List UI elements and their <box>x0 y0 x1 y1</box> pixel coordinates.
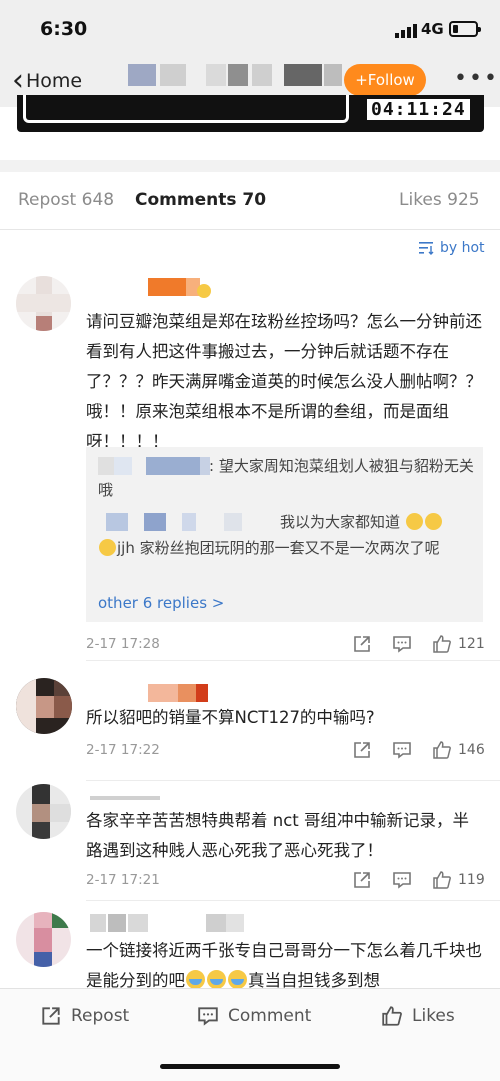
comment-text-part: 真当自担钱多到想 <box>248 971 380 988</box>
back-label: Home <box>26 70 83 92</box>
like-count: 121 <box>458 636 485 652</box>
comment-meta: 2-17 17:22 146 <box>86 740 486 762</box>
emoji-icon <box>405 513 423 530</box>
comment-text: 所以貂吧的销量不算NCT127的中输吗? <box>86 708 375 727</box>
badge-icon <box>197 284 211 298</box>
top-bar: 6:30 4G ‹ Home +Follow ••• <box>0 0 500 107</box>
reply-text-part: 我以为大家都知道 <box>280 513 401 531</box>
avatar[interactable] <box>16 276 71 331</box>
emoji-icon <box>424 513 442 530</box>
comment-date: 2-17 17:22 <box>86 742 160 758</box>
comment-item: 一个链接将近两千张专自己哥哥分一下怎么着几千块也是能分到的吧 真当自担钱多到想 <box>0 908 500 988</box>
username-blurred[interactable] <box>90 914 250 932</box>
like-count: 146 <box>458 742 485 758</box>
reply-text: 我以为大家都知道 <box>98 510 478 534</box>
back-button[interactable]: ‹ Home <box>12 66 82 96</box>
sort-label: by hot <box>440 240 485 256</box>
likes-label: Likes <box>412 1006 455 1026</box>
like-count: 119 <box>458 872 485 888</box>
more-icon[interactable]: ••• <box>454 66 499 91</box>
tab-repost[interactable]: Repost 648 <box>18 190 114 210</box>
comment-label: Comment <box>228 1006 312 1026</box>
status-time: 6:30 <box>40 18 88 40</box>
network-type: 4G <box>421 20 444 38</box>
comment-item: 请问豆瓣泡菜组是郑在玹粉丝控场吗？怎么一分钟前还看到有人把这件事搬过去，一分钟后… <box>0 270 500 660</box>
sort-icon <box>419 242 434 255</box>
tab-likes[interactable]: Likes 925 <box>399 190 480 210</box>
crying-emoji-icon <box>207 970 226 988</box>
follow-button[interactable]: +Follow <box>344 64 426 96</box>
blurred-username <box>128 64 156 86</box>
comment-item: 各家辛辛苦苦想特典帮着 nct 哥组冲中输新记录，半路遇到这种贱人恶心死我了恶心… <box>0 776 500 896</box>
comment-date: 2-17 17:28 <box>86 636 160 652</box>
reply-preview[interactable]: : 望大家周知泡菜组划人被狙与貂粉无关哦 我以为大家都知道 jjh 家粉丝抱团玩… <box>86 447 483 622</box>
comment-meta: 2-17 17:21 119 <box>86 870 486 892</box>
repost-icon <box>42 1007 60 1025</box>
chevron-left-icon: ‹ <box>12 63 24 98</box>
comment-text: 一个链接将近两千张专自己哥哥分一下怎么着几千块也是能分到的吧 真当自担钱多到想 <box>86 936 484 988</box>
blurred-username <box>284 64 322 86</box>
tab-bar: Repost 648 Comments 70 Likes 925 <box>0 172 500 230</box>
section-divider <box>0 160 500 172</box>
reply-text: : 望大家周知泡菜组划人被狙与貂粉无关哦 <box>98 457 474 499</box>
more-replies-link[interactable]: other 6 replies > <box>98 594 224 612</box>
username-blurred[interactable] <box>90 278 211 298</box>
comment-text: 请问豆瓣泡菜组是郑在玹粉丝控场吗？怎么一分钟前还看到有人把这件事搬过去，一分钟后… <box>86 312 482 451</box>
like-icon[interactable] <box>432 740 452 760</box>
avatar[interactable] <box>16 678 72 734</box>
blurred-username <box>160 64 186 86</box>
post-media[interactable]: 04:11:24 <box>17 95 484 132</box>
avatar[interactable] <box>16 784 71 839</box>
like-icon[interactable] <box>432 870 452 890</box>
comment-text: 各家辛辛苦苦想特典帮着 nct 哥组冲中输新记录，半路遇到这种贱人恶心死我了恶心… <box>86 811 469 860</box>
divider <box>86 900 500 901</box>
share-icon[interactable] <box>352 740 372 760</box>
likes-button[interactable]: Likes <box>381 1005 455 1027</box>
video-timer: 04:11:24 <box>367 99 470 120</box>
comment-icon[interactable] <box>392 634 412 654</box>
repost-button[interactable]: Repost <box>40 1005 129 1027</box>
blurred-username <box>324 64 342 86</box>
status-bar: 6:30 4G <box>0 0 500 58</box>
comment-item: 所以貂吧的销量不算NCT127的中输吗? 2-17 17:22 146 <box>0 676 500 776</box>
reply-text-part: jjh 家粉丝抱团玩阴的那一套又不是一次两次了呢 <box>117 539 440 557</box>
comment-meta: 2-17 17:28 121 <box>86 634 486 656</box>
battery-icon <box>449 21 481 37</box>
blurred-username <box>228 64 248 86</box>
like-icon[interactable] <box>432 634 452 654</box>
comment-date: 2-17 17:21 <box>86 872 160 888</box>
home-indicator <box>160 1064 340 1069</box>
blurred-username <box>206 64 226 86</box>
weibo-comments-screen: 6:30 4G ‹ Home +Follow ••• 04:11:24 Repo… <box>0 0 500 1081</box>
sort-toggle[interactable]: by hot <box>418 240 485 256</box>
comment-icon[interactable] <box>392 870 412 890</box>
emoji-icon <box>99 539 116 556</box>
blurred-username <box>252 64 272 86</box>
username-blurred[interactable] <box>90 684 210 702</box>
share-icon[interactable] <box>352 634 372 654</box>
avatar[interactable] <box>16 912 71 967</box>
divider <box>86 660 500 661</box>
signal-icon <box>395 24 417 38</box>
like-icon <box>382 1006 402 1026</box>
reply-text: jjh 家粉丝抱团玩阴的那一套又不是一次两次了呢 <box>98 536 478 560</box>
crying-emoji-icon <box>228 970 247 988</box>
repost-label: Repost <box>71 1006 130 1026</box>
tab-comments[interactable]: Comments 70 <box>135 190 266 210</box>
comment-icon <box>198 1007 218 1026</box>
comment-button[interactable]: Comment <box>197 1005 311 1027</box>
comment-icon[interactable] <box>392 740 412 760</box>
media-frame <box>23 95 349 123</box>
crying-emoji-icon <box>186 970 205 988</box>
share-icon[interactable] <box>352 870 372 890</box>
